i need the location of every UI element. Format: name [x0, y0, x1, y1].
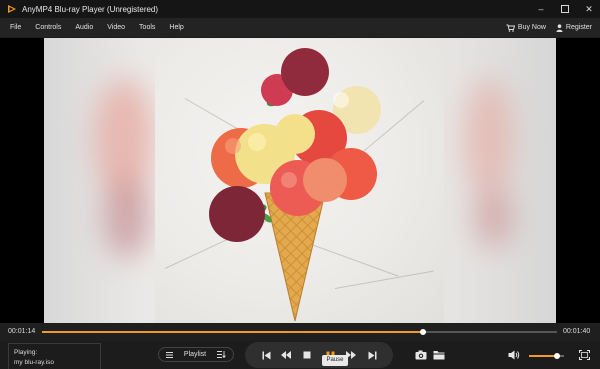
- volume-icon[interactable]: [508, 349, 520, 360]
- menu-bar: File Controls Audio Video Tools Help Buy…: [0, 18, 600, 37]
- cart-icon: [506, 24, 515, 32]
- user-key-icon: [556, 23, 563, 32]
- snapshot-icon[interactable]: [415, 349, 427, 360]
- elapsed-time: 00:01:14: [8, 328, 36, 335]
- playlist-label: Playlist: [183, 351, 207, 358]
- skip-previous-icon[interactable]: [261, 350, 271, 360]
- seek-bar[interactable]: [42, 329, 557, 335]
- ice-cream-image: [209, 48, 381, 322]
- minimize-icon[interactable]: –: [536, 4, 546, 14]
- seek-bar-progress: [42, 331, 424, 333]
- menu-audio[interactable]: Audio: [75, 24, 93, 31]
- app-window: AnyMP4 Blu-ray Player (Unregistered) – ✕…: [0, 0, 600, 369]
- logo-icon: [8, 5, 16, 13]
- menu-help[interactable]: Help: [169, 24, 183, 31]
- total-time: 00:01:40: [563, 328, 591, 335]
- title-bar: AnyMP4 Blu-ray Player (Unregistered) – ✕: [0, 0, 600, 18]
- volume-slider-thumb[interactable]: [554, 353, 560, 359]
- now-playing-panel: Playing: my blu-ray.iso: [8, 343, 101, 369]
- buy-now-button[interactable]: Buy Now: [506, 24, 546, 32]
- volume-slider-fill: [529, 355, 557, 357]
- video-viewport[interactable]: [0, 38, 600, 323]
- maximize-icon[interactable]: [560, 4, 570, 14]
- volume-slider[interactable]: [529, 353, 564, 359]
- register-button[interactable]: Register: [556, 23, 592, 32]
- menu-video[interactable]: Video: [107, 24, 125, 31]
- stop-icon[interactable]: [302, 350, 312, 360]
- seek-bar-thumb[interactable]: [420, 329, 427, 335]
- sort-icon: [217, 351, 226, 358]
- playlist-menu-icon: [166, 351, 173, 358]
- rewind-icon[interactable]: [281, 350, 291, 360]
- register-label: Register: [565, 24, 592, 31]
- buy-now-label: Buy Now: [517, 24, 546, 31]
- skip-next-icon[interactable]: [367, 350, 377, 360]
- menu-right-group: Buy Now Register: [506, 18, 592, 37]
- close-icon[interactable]: ✕: [584, 4, 594, 14]
- menu-file[interactable]: File: [10, 24, 21, 31]
- seek-row: 00:01:14 00:01:40: [0, 323, 600, 341]
- fullscreen-icon[interactable]: [578, 349, 590, 360]
- window-controls: – ✕: [536, 0, 594, 18]
- video-frame: [155, 38, 444, 323]
- transport-controls: [245, 342, 393, 368]
- pause-tooltip: Pause: [322, 355, 348, 366]
- menu-controls[interactable]: Controls: [35, 24, 61, 31]
- control-bar: Playing: my blu-ray.iso Playlist: [0, 341, 600, 369]
- now-playing-file: my blu-ray.iso: [14, 359, 54, 366]
- app-title: AnyMP4 Blu-ray Player (Unregistered): [22, 4, 159, 14]
- playlist-button[interactable]: Playlist: [158, 347, 234, 362]
- now-playing-label: Playing:: [14, 349, 38, 356]
- folder-icon[interactable]: [433, 349, 445, 360]
- menu-tools[interactable]: Tools: [139, 24, 155, 31]
